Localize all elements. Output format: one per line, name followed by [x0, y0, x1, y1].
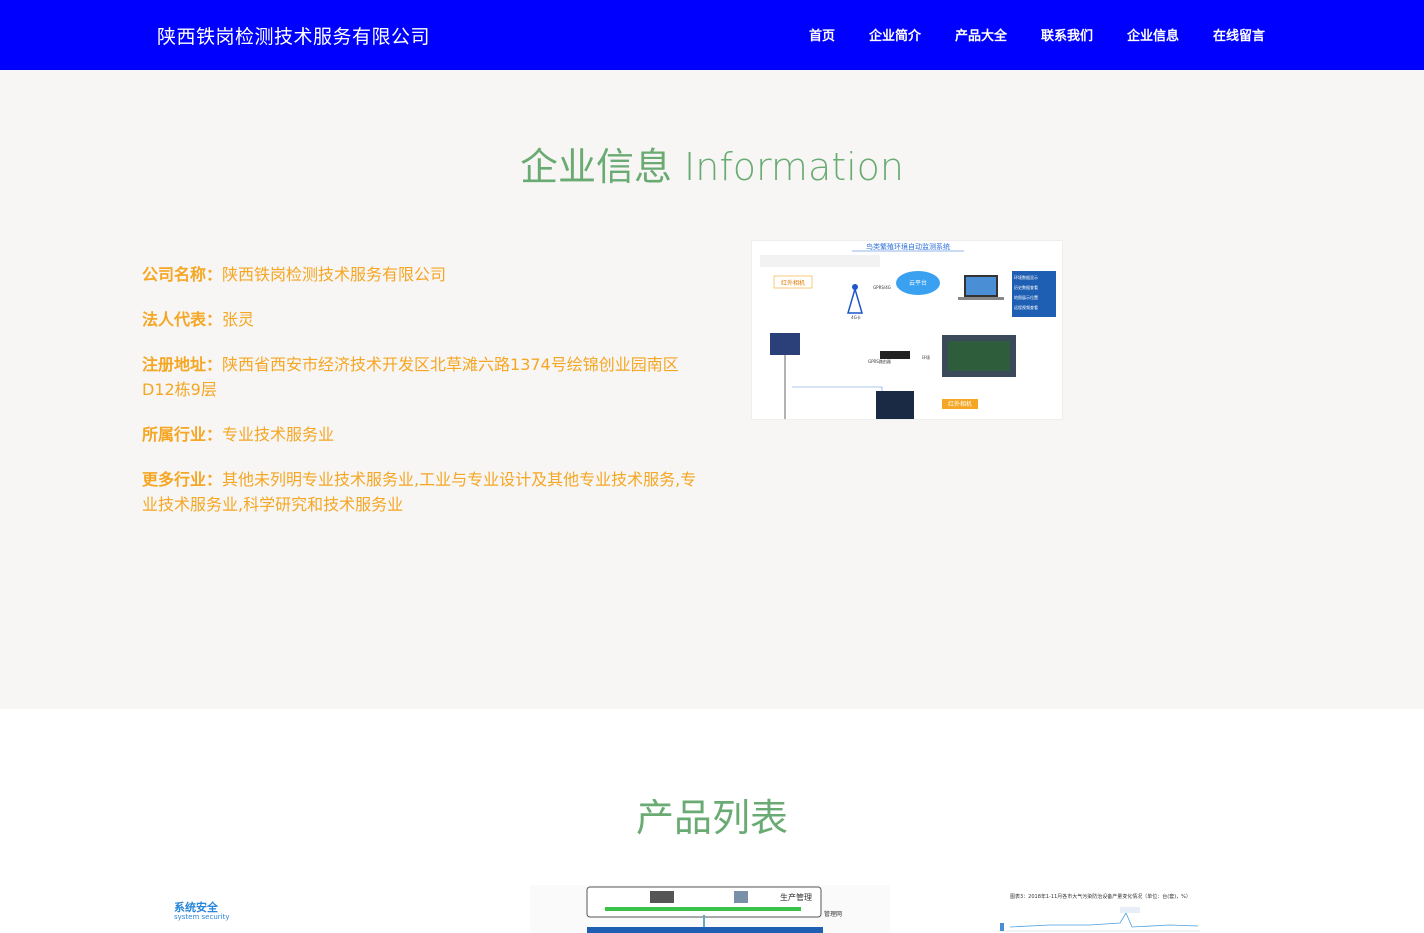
nav-contact[interactable]: 联系我们 — [1041, 25, 1093, 44]
company-info-section: 企业信息 Information 公司名称：陕西铁岗检测技术服务有限公司 法人代… — [0, 70, 1424, 709]
nav-products[interactable]: 产品大全 — [955, 25, 1007, 44]
label-env: 环境 — [922, 354, 930, 360]
network-diagram: 生产管理 管理网 — [586, 886, 842, 933]
label-video: 远程视频查看 — [1014, 304, 1038, 310]
product-thumb-chart[interactable]: 图表3：2018年1-11月各市大气污染防治设备产量变化情况（单位：台(套)，%… — [990, 887, 1208, 933]
diagram-illustration: 鸟类繁殖环境自动监测系统 红外相机 4G卡 GPRS/4G 云平台 环境数据显示… — [760, 242, 1056, 419]
info-row-industry: 所属行业：专业技术服务业 — [142, 422, 702, 447]
monitoring-system-diagram[interactable]: 鸟类繁殖环境自动监测系统 红外相机 4G卡 GPRS/4G 云平台 环境数据显示… — [751, 240, 1063, 420]
label-camera: 红外相机 — [781, 279, 805, 287]
product-thumb-security[interactable]: 系统安全 system security — [160, 891, 390, 933]
info-row-more-industry: 更多行业：其他未列明专业技术服务业,工业与专业设计及其他专业技术服务,专业技术服… — [142, 467, 702, 517]
products-section: 产品列表 系统安全 system security 生产管理 管理网 图表3：2… — [0, 709, 1424, 933]
info-value: 陕西铁岗检测技术服务有限公司 — [222, 265, 447, 284]
label-router: GPRS路由器 — [868, 358, 891, 364]
info-row-address: 注册地址：陕西省西安市经济技术开发区北草滩六路1374号绘锦创业园南区D12栋9… — [142, 352, 702, 402]
nav-company-info[interactable]: 企业信息 — [1127, 25, 1179, 44]
info-label: 更多行业： — [142, 470, 223, 489]
thumb-subtitle: system security — [174, 913, 230, 921]
info-row-company-name: 公司名称：陕西铁岗检测技术服务有限公司 — [142, 262, 702, 287]
info-heading: 企业信息 Information — [519, 145, 905, 189]
chart-thumbnail: 图表3：2018年1-11月各市大气污染防治设备产量变化情况（单位：台(套)，%… — [998, 893, 1200, 932]
info-value: 张灵 — [222, 310, 255, 329]
info-label: 公司名称： — [142, 265, 223, 284]
nav-company-intro[interactable]: 企业简介 — [869, 25, 921, 44]
label-network: 管理网 — [824, 910, 842, 918]
label-gprs: GPRS/4G — [873, 285, 891, 290]
label-map: 地图展示位置 — [1014, 294, 1038, 300]
product-thumb-network[interactable]: 生产管理 管理网 — [530, 885, 890, 933]
info-label: 注册地址： — [142, 355, 223, 374]
label-history: 历史数据查看 — [1014, 284, 1038, 290]
label-cloud: 云平台 — [909, 279, 927, 287]
info-value: 其他未列明专业技术服务业,工业与专业设计及其他专业技术服务,专业技术服务业,科学… — [142, 470, 697, 514]
label-env-data: 环境数据显示 — [1014, 274, 1038, 280]
diagram-title: 鸟类繁殖环境自动监测系统 — [866, 242, 950, 251]
info-row-legal-rep: 法人代表：张灵 — [142, 307, 702, 332]
info-value: 陕西省西安市经济技术开发区北草滩六路1374号绘锦创业园南区D12栋9层 — [142, 355, 679, 399]
main-nav: 首页 企业简介 产品大全 联系我们 企业信息 在线留言 — [0, 25, 1424, 45]
info-label: 法人代表： — [142, 310, 223, 329]
label-production: 生产管理 — [780, 892, 812, 902]
info-label: 所属行业： — [142, 425, 223, 444]
nav-guestbook[interactable]: 在线留言 — [1213, 25, 1265, 44]
products-heading: 产品列表 — [635, 796, 788, 840]
thumb-chart-caption: 图表3：2018年1-11月各市大气污染防治设备产量变化情况（单位：台(套)，%… — [1010, 893, 1191, 900]
info-list: 公司名称：陕西铁岗检测技术服务有限公司 法人代表：张灵 注册地址：陕西省西安市经… — [142, 262, 702, 537]
info-value: 专业技术服务业 — [222, 425, 335, 444]
label-camera-2: 红外相机 — [948, 400, 972, 408]
label-sim: 4G卡 — [851, 314, 861, 320]
top-navbar: 陕西铁岗检测技术服务有限公司 首页 企业简介 产品大全 联系我们 企业信息 在线… — [0, 0, 1424, 70]
nav-home[interactable]: 首页 — [809, 25, 835, 44]
